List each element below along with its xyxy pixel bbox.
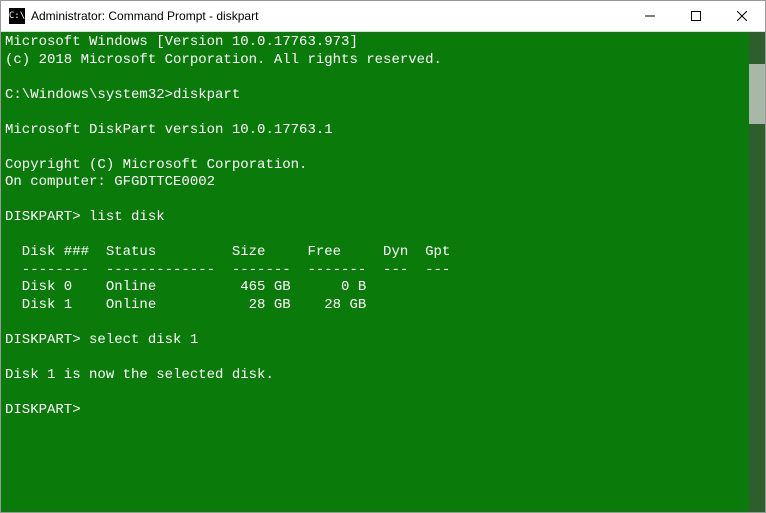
scroll-thumb[interactable]: [749, 64, 765, 124]
terminal-line: Disk ### Status Size Free Dyn Gpt: [5, 244, 745, 262]
maximize-button[interactable]: [673, 1, 719, 31]
window-controls: [627, 1, 765, 31]
terminal-line: Microsoft Windows [Version 10.0.17763.97…: [5, 34, 745, 52]
terminal-line: (c) 2018 Microsoft Corporation. All righ…: [5, 52, 745, 70]
terminal-line: [5, 384, 745, 402]
terminal-line: [5, 192, 745, 210]
command-prompt-window: C:\ Administrator: Command Prompt - disk…: [0, 0, 766, 513]
terminal-line: DISKPART>: [5, 402, 745, 420]
scroll-up-arrow[interactable]: [749, 32, 765, 48]
terminal-line: Copyright (C) Microsoft Corporation.: [5, 157, 745, 175]
terminal-line: [5, 227, 745, 245]
terminal-line: On computer: GFGDTTCE0002: [5, 174, 745, 192]
terminal-line: -------- ------------- ------- ------- -…: [5, 262, 745, 280]
window-title: Administrator: Command Prompt - diskpart: [31, 9, 627, 23]
close-button[interactable]: [719, 1, 765, 31]
terminal-line: DISKPART> list disk: [5, 209, 745, 227]
minimize-button[interactable]: [627, 1, 673, 31]
terminal-line: [5, 69, 745, 87]
terminal-line: Disk 0 Online 465 GB 0 B: [5, 279, 745, 297]
titlebar[interactable]: C:\ Administrator: Command Prompt - disk…: [1, 1, 765, 32]
terminal-line: Disk 1 Online 28 GB 28 GB: [5, 297, 745, 315]
app-icon-text: C:\: [9, 11, 25, 21]
terminal-line: DISKPART> select disk 1: [5, 332, 745, 350]
terminal-line: Disk 1 is now the selected disk.: [5, 367, 745, 385]
terminal-line: Microsoft DiskPart version 10.0.17763.1: [5, 122, 745, 140]
terminal-line: [5, 139, 745, 157]
terminal-line: [5, 349, 745, 367]
terminal-line: C:\Windows\system32>diskpart: [5, 87, 745, 105]
terminal-line: [5, 314, 745, 332]
scrollbar[interactable]: [749, 32, 765, 512]
app-icon: C:\: [9, 8, 25, 24]
terminal-output[interactable]: Microsoft Windows [Version 10.0.17763.97…: [1, 32, 749, 512]
terminal-container: Microsoft Windows [Version 10.0.17763.97…: [1, 32, 765, 512]
terminal-line: [5, 104, 745, 122]
